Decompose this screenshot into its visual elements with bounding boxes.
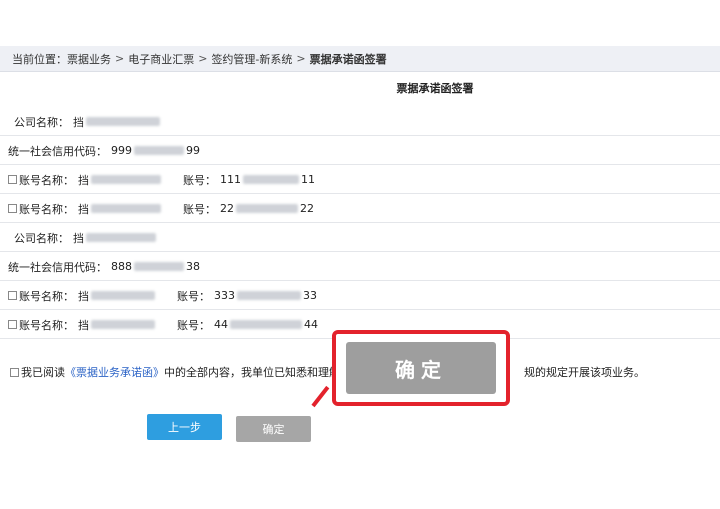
account-number-start: 44 (214, 318, 228, 331)
masked-text (86, 117, 160, 126)
breadcrumb-prefix: 当前位置： (12, 52, 67, 66)
agreement-text-tail: 规的规定开展该项业务。 (524, 366, 645, 379)
callout-confirm-button: 确定 (346, 342, 496, 394)
company-name-row: 公司名称： 挡 (0, 224, 720, 252)
breadcrumb-separator: > (115, 52, 125, 65)
company-name-label: 公司名称： (14, 231, 69, 245)
account-checkbox[interactable] (8, 320, 17, 329)
account-number-label: 账号： (177, 318, 210, 332)
account-row[interactable]: 账号名称： 挡 账号： 22 22 (0, 195, 720, 223)
credit-code-end: 99 (186, 144, 200, 157)
credit-code-row: 统一社会信用代码： 999 99 (0, 137, 720, 165)
account-number-end: 22 (300, 202, 314, 215)
breadcrumb-separator: > (198, 52, 208, 65)
credit-code-start: 999 (111, 144, 132, 157)
company-name-label: 公司名称： (14, 115, 69, 129)
masked-text (91, 175, 161, 184)
masked-text (91, 320, 155, 329)
credit-code-label: 统一社会信用代码： (8, 260, 107, 274)
company-name-value: 挡 (73, 231, 84, 245)
credit-code-label: 统一社会信用代码： (8, 144, 107, 158)
account-row[interactable]: 账号名称： 挡 账号： 111 11 (0, 166, 720, 194)
account-name-label: 账号名称： (19, 202, 74, 216)
account-row[interactable]: 账号名称： 挡 账号： 333 33 (0, 282, 720, 310)
breadcrumb-item-ecds[interactable]: 电子商业汇票 (128, 51, 194, 67)
account-checkbox[interactable] (8, 204, 17, 213)
masked-text (134, 262, 184, 271)
agreement-text-before: 我已阅读 (21, 366, 65, 379)
breadcrumb-item-bill-business[interactable]: 票据业务 (67, 51, 111, 67)
credit-code-end: 38 (186, 260, 200, 273)
masked-text (134, 146, 184, 155)
account-number-start: 22 (220, 202, 234, 215)
callout-pointer (311, 385, 330, 408)
agreement-text-after: 中的全部内容，我单位已知悉和理解， (164, 366, 351, 379)
breadcrumb-separator: > (296, 52, 306, 65)
masked-text (236, 204, 298, 213)
breadcrumb-item-signing[interactable]: 签约管理-新系统 (211, 51, 292, 67)
callout-highlight: 确定 (332, 330, 510, 406)
masked-text (243, 175, 299, 184)
account-name-value: 挡 (78, 202, 89, 216)
account-name-label: 账号名称： (19, 318, 74, 332)
confirm-button[interactable]: 确定 (236, 416, 311, 442)
account-name-value: 挡 (78, 173, 89, 187)
masked-text (230, 320, 302, 329)
company-name-value: 挡 (73, 115, 84, 129)
masked-text (86, 233, 156, 242)
account-number-label: 账号： (177, 289, 210, 303)
masked-text (91, 291, 155, 300)
account-number-end: 33 (303, 289, 317, 302)
account-checkbox[interactable] (8, 175, 17, 184)
account-number-start: 333 (214, 289, 235, 302)
masked-text (237, 291, 301, 300)
breadcrumb-current: 票据承诺函签署 (309, 52, 387, 66)
account-number-label: 账号： (183, 173, 216, 187)
account-name-label: 账号名称： (19, 289, 74, 303)
account-number-end: 44 (304, 318, 318, 331)
breadcrumb: 当前位置： 票据业务 > 电子商业汇票 > 签约管理-新系统 > 票据承诺函签署 (0, 46, 720, 72)
account-checkbox[interactable] (8, 291, 17, 300)
company-name-row: 公司名称： 挡 (0, 108, 720, 136)
account-name-value: 挡 (78, 318, 89, 332)
account-name-value: 挡 (78, 289, 89, 303)
page-title: 票据承诺函签署 (396, 82, 474, 95)
credit-code-start: 888 (111, 260, 132, 273)
account-name-label: 账号名称： (19, 173, 74, 187)
commitment-letter-link[interactable]: 《票据业务承诺函》 (65, 364, 164, 380)
account-number-label: 账号： (183, 202, 216, 216)
masked-text (91, 204, 161, 213)
agreement-checkbox[interactable] (10, 367, 19, 377)
credit-code-row: 统一社会信用代码： 888 38 (0, 253, 720, 281)
previous-step-button[interactable]: 上一步 (147, 414, 222, 440)
account-number-start: 111 (220, 173, 241, 186)
account-number-end: 11 (301, 173, 315, 186)
